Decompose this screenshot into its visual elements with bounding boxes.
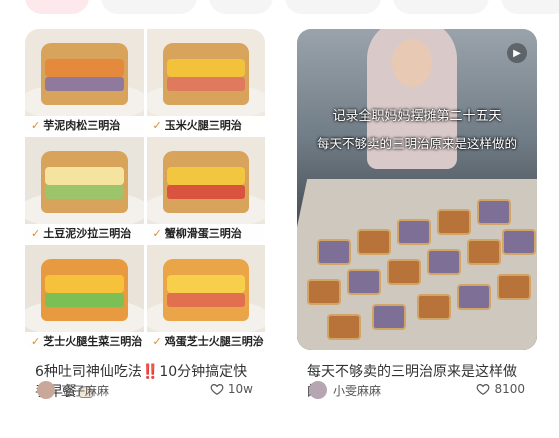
note-cover-image[interactable]: 记录全职妈妈摆摊第二十五天 每天不够卖的三明治原来是这样做的 ▶ — [297, 29, 537, 350]
author-name[interactable]: 豆子麻麻 — [61, 382, 109, 399]
note-cover-image[interactable]: ✓ 芋泥肉松三明治 ✓ 玉米火腿三明治 ✓ 土豆泥沙拉三明治 ✓ 蟹柳滑蛋三明治 ✓ 芝士… — [25, 29, 265, 350]
sandwich-stall-photo — [297, 29, 537, 350]
note-meta: 豆子麻麻 10w — [25, 380, 265, 400]
cover-caption: 记录全职妈妈摆摊第二十五天 — [332, 109, 502, 124]
check-icon: ✓ — [152, 226, 162, 240]
heart-outline-icon — [210, 384, 224, 395]
collage-label: 玉米火腿三明治 — [164, 119, 242, 132]
category-chip[interactable] — [393, 0, 489, 14]
collage-cell: ✓ 芋泥肉松三明治 — [25, 29, 144, 134]
check-icon: ✓ — [31, 226, 41, 240]
sandwich-collage: ✓ 芋泥肉松三明治 ✓ 玉米火腿三明治 ✓ 土豆泥沙拉三明治 ✓ 蟹柳滑蛋三明治 ✓ 芝士… — [25, 29, 265, 350]
note-meta: 小雯麻麻 8100 — [297, 380, 537, 400]
avatar[interactable] — [309, 381, 327, 399]
category-chip[interactable] — [209, 0, 273, 14]
category-chip[interactable] — [285, 0, 381, 14]
collage-cell: ✓ 芝士火腿生菜三明治 — [25, 245, 144, 350]
collage-cell: ✓ 土豆泥沙拉三明治 — [25, 137, 144, 242]
like-button[interactable]: 8100 — [476, 382, 525, 396]
like-button[interactable]: 10w — [210, 382, 253, 396]
note-card[interactable]: 记录全职妈妈摆摊第二十五天 每天不够卖的三明治原来是这样做的 ▶ 每天不够卖的三… — [297, 29, 537, 402]
category-chip[interactable] — [101, 0, 197, 14]
collage-label: 土豆泥沙拉三明治 — [43, 227, 132, 240]
collage-label: 蟹柳滑蛋三明治 — [164, 227, 242, 240]
cover-caption: 每天不够卖的三明治原来是这样做的 — [316, 136, 517, 151]
avatar[interactable] — [37, 381, 55, 399]
collage-cell: ✓ 鸡蛋芝士火腿三明治 — [146, 245, 265, 350]
collage-label: 芋泥肉松三明治 — [43, 119, 121, 132]
collage-label: 芝士火腿生菜三明治 — [43, 335, 143, 348]
collage-cell: ✓ 蟹柳滑蛋三明治 — [146, 137, 265, 242]
play-icon[interactable]: ▶ — [507, 43, 527, 63]
note-card[interactable]: ✓ 芋泥肉松三明治 ✓ 玉米火腿三明治 ✓ 土豆泥沙拉三明治 ✓ 蟹柳滑蛋三明治 ✓ 芝士… — [25, 29, 265, 402]
check-icon: ✓ — [152, 334, 162, 348]
check-icon: ✓ — [152, 118, 162, 132]
check-icon: ✓ — [31, 334, 41, 348]
author-name[interactable]: 小雯麻麻 — [333, 382, 381, 399]
category-chip-active[interactable] — [25, 0, 89, 14]
check-icon: ✓ — [31, 118, 41, 132]
like-count: 8100 — [494, 382, 525, 396]
heart-outline-icon — [477, 384, 490, 395]
category-chip[interactable] — [501, 0, 559, 14]
collage-label: 鸡蛋芝士火腿三明治 — [164, 335, 264, 348]
collage-cell: ✓ 玉米火腿三明治 — [146, 29, 265, 134]
like-count: 10w — [227, 382, 253, 396]
category-chip-row — [0, 0, 559, 14]
